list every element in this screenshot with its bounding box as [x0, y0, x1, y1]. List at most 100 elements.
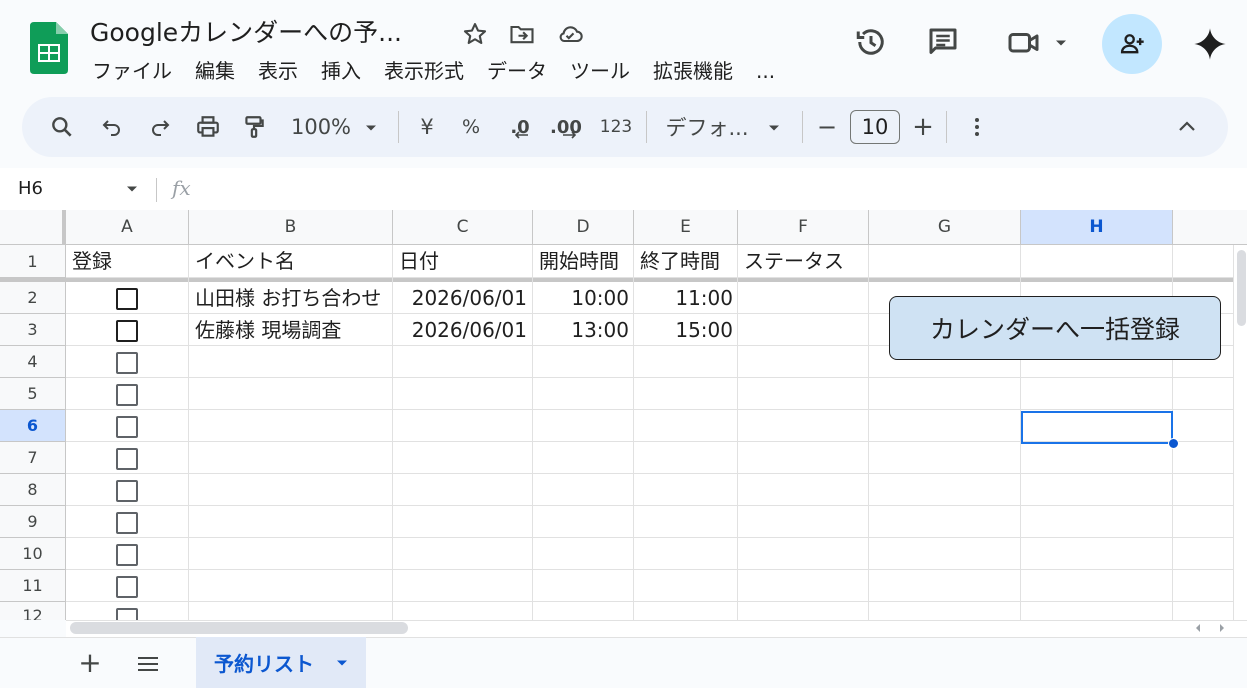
register-checkbox[interactable]	[116, 352, 138, 374]
cell-end-time[interactable]: 11:00	[636, 283, 737, 313]
column-header-g[interactable]: G	[869, 210, 1021, 245]
add-sheet-button[interactable]: +	[78, 648, 102, 678]
collapse-toolbar-icon[interactable]	[1175, 115, 1199, 139]
row-header-3[interactable]: 3	[0, 314, 66, 346]
name-box-dropdown-icon[interactable]	[125, 182, 139, 196]
cell-event-name[interactable]: 山田様 お打ち合わせ	[191, 283, 391, 313]
gemini-sparkle-icon[interactable]	[1192, 26, 1228, 62]
more-vert-icon[interactable]	[965, 115, 989, 139]
select-all-corner[interactable]	[0, 210, 66, 245]
menu-edit[interactable]: 編集	[195, 58, 235, 84]
column-header-e[interactable]: E	[634, 210, 738, 245]
decrease-decimal-button[interactable]: .0	[502, 97, 538, 157]
row-header-10[interactable]: 10	[0, 538, 66, 570]
register-checkbox[interactable]	[116, 416, 138, 438]
bulk-register-calendar-button[interactable]: カレンダーへ一括登録	[889, 296, 1221, 360]
font-size-input[interactable]: 10	[850, 110, 900, 144]
cloud-saved-icon[interactable]	[556, 20, 584, 48]
menu-view[interactable]: 表示	[258, 58, 298, 84]
cell-date[interactable]: 2026/06/01	[395, 283, 531, 313]
column-header-a[interactable]: A	[66, 210, 189, 245]
scroll-left-icon[interactable]	[1192, 622, 1204, 634]
search-menus-button[interactable]	[42, 97, 82, 157]
register-checkbox[interactable]	[116, 384, 138, 406]
menu-insert[interactable]: 挿入	[321, 58, 361, 84]
cell-date[interactable]: 2026/06/01	[395, 315, 531, 345]
column-header-d[interactable]: D	[533, 210, 634, 245]
chevron-down-icon[interactable]	[1054, 36, 1068, 50]
cell-event-name[interactable]: 佐藤様 現場調査	[191, 315, 391, 345]
header-cell-register[interactable]: 登録	[68, 246, 188, 277]
zoom-dropdown-icon[interactable]	[364, 121, 378, 135]
cell-start-time[interactable]: 13:00	[535, 315, 633, 345]
column-header-i[interactable]	[1173, 210, 1247, 245]
header-cell-date[interactable]: 日付	[395, 246, 531, 277]
decrease-font-size-button[interactable]: −	[812, 97, 842, 157]
sheet-tab-active[interactable]: 予約リスト	[196, 637, 366, 688]
register-checkbox[interactable]	[116, 608, 138, 620]
sheets-logo-icon[interactable]	[30, 22, 68, 74]
row-header-5[interactable]: 5	[0, 378, 66, 410]
register-checkbox[interactable]	[116, 448, 138, 470]
formula-input[interactable]	[210, 174, 1240, 204]
font-family-select[interactable]: デフォ...	[662, 97, 752, 157]
increase-font-size-button[interactable]: +	[908, 97, 938, 157]
scroll-right-icon[interactable]	[1216, 622, 1228, 634]
share-button[interactable]	[1102, 14, 1162, 74]
selected-cell-h6[interactable]	[1021, 411, 1173, 444]
more-formats-button[interactable]: 123	[596, 97, 636, 157]
document-title[interactable]: Googleカレンダーへの予...	[90, 16, 402, 50]
register-checkbox[interactable]	[116, 480, 138, 502]
column-header-c[interactable]: C	[393, 210, 533, 245]
header-cell-end-time[interactable]: 終了時間	[636, 246, 737, 277]
row-header-1[interactable]: 1	[0, 245, 66, 278]
currency-format-button[interactable]: ¥	[412, 97, 442, 157]
menu-data[interactable]: データ	[487, 58, 547, 84]
horizontal-scroll-thumb[interactable]	[70, 622, 408, 634]
menu-more[interactable]: ...	[756, 58, 775, 84]
cell-start-time[interactable]: 10:00	[535, 283, 633, 313]
fill-handle[interactable]	[1168, 438, 1179, 449]
column-header-h[interactable]: H	[1021, 210, 1173, 245]
register-checkbox[interactable]	[116, 320, 138, 342]
register-checkbox[interactable]	[116, 544, 138, 566]
row-header-9[interactable]: 9	[0, 506, 66, 538]
header-cell-status[interactable]: ステータス	[740, 246, 868, 277]
row-header-11[interactable]: 11	[0, 570, 66, 602]
menu-tools[interactable]: ツール	[570, 58, 630, 84]
font-dropdown-icon[interactable]	[767, 121, 781, 135]
name-box[interactable]: H6	[18, 178, 43, 199]
header-cell-event-name[interactable]: イベント名	[191, 246, 391, 277]
meet-video-icon[interactable]	[1005, 24, 1045, 60]
register-checkbox[interactable]	[116, 576, 138, 598]
star-icon[interactable]	[461, 20, 489, 48]
print-button[interactable]	[188, 97, 228, 157]
zoom-select[interactable]: 100%	[286, 97, 356, 157]
register-checkbox[interactable]	[116, 512, 138, 534]
column-header-b[interactable]: B	[189, 210, 393, 245]
cell-end-time[interactable]: 15:00	[636, 315, 737, 345]
register-checkbox[interactable]	[116, 288, 138, 310]
paint-format-button[interactable]	[234, 97, 274, 157]
percent-format-button[interactable]: %	[456, 97, 486, 157]
undo-button[interactable]	[92, 97, 132, 157]
comments-icon[interactable]	[925, 24, 961, 60]
row-header-7[interactable]: 7	[0, 442, 66, 474]
menu-file[interactable]: ファイル	[92, 58, 172, 84]
column-header-f[interactable]: F	[738, 210, 869, 245]
vertical-scroll-thumb[interactable]	[1237, 250, 1246, 326]
sheet-tab-dropdown-icon[interactable]	[336, 657, 348, 669]
redo-button[interactable]	[140, 97, 180, 157]
row-header-6[interactable]: 6	[0, 410, 66, 442]
all-sheets-menu-icon[interactable]	[136, 654, 160, 674]
increase-decimal-button[interactable]: .00	[546, 97, 586, 157]
version-history-icon[interactable]	[853, 24, 889, 60]
menu-extensions[interactable]: 拡張機能	[653, 58, 733, 84]
row-header-2[interactable]: 2	[0, 282, 66, 314]
row-header-4[interactable]: 4	[0, 346, 66, 378]
menu-format[interactable]: 表示形式	[384, 58, 464, 84]
header-cell-start-time[interactable]: 開始時間	[535, 246, 633, 277]
row-header-12[interactable]: 12	[0, 602, 66, 620]
row-header-8[interactable]: 8	[0, 474, 66, 506]
move-folder-icon[interactable]	[508, 20, 536, 48]
